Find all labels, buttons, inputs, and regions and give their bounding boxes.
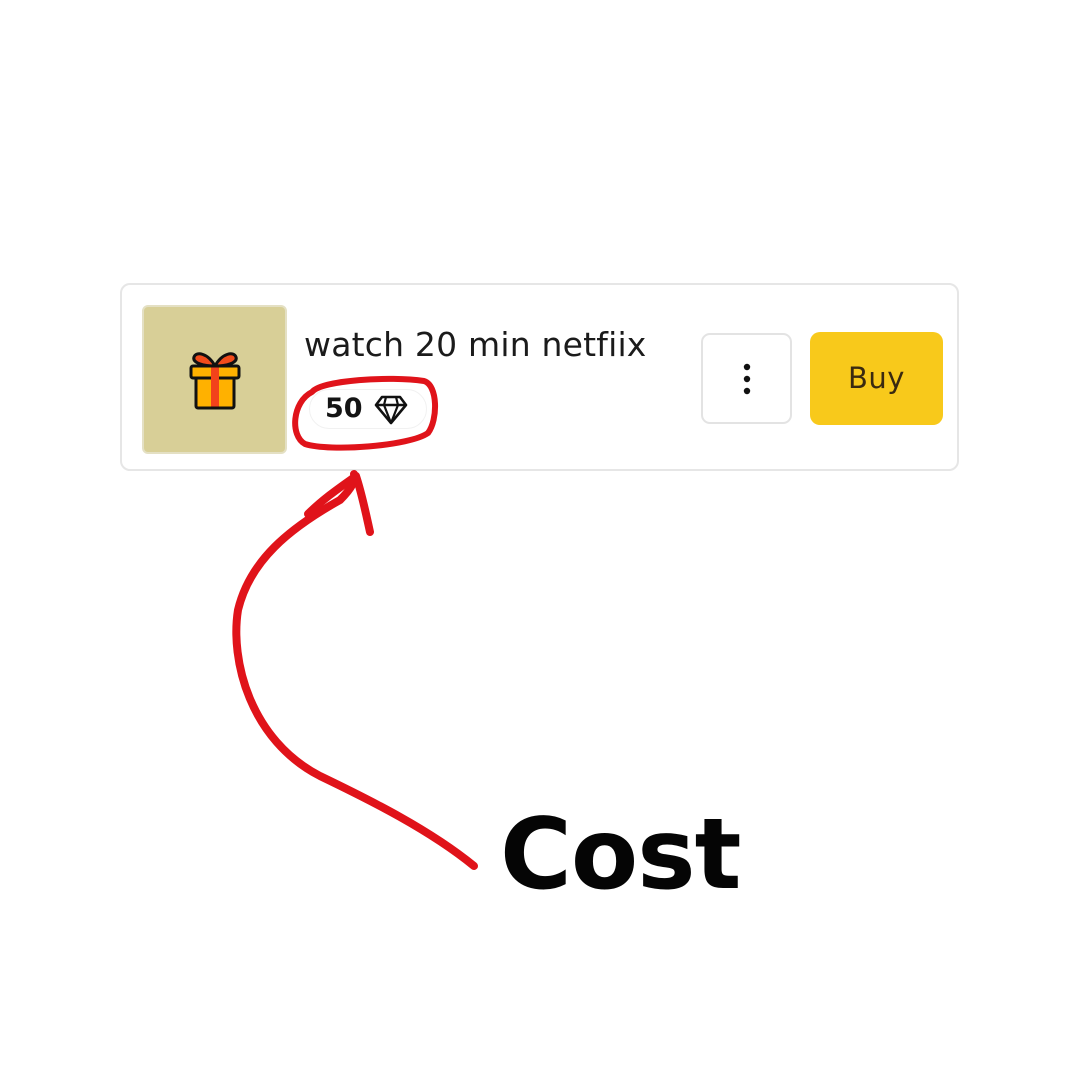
- annotation-overlay: [232, 375, 478, 870]
- annotation-label: Cost: [500, 798, 741, 912]
- annotation-circle: [292, 375, 439, 451]
- annotation-arrow-shaft: [232, 470, 478, 870]
- screenshot-stage: watch 20 min netfiix 50 Buy Cost: [0, 0, 1080, 1080]
